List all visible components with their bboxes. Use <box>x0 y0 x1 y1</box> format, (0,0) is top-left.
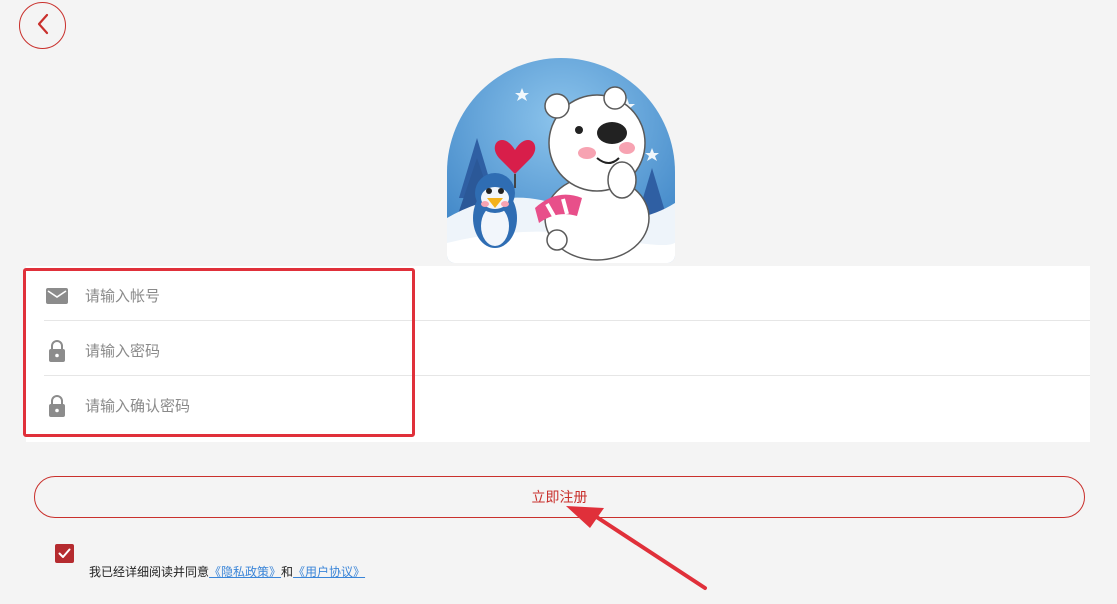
check-icon <box>58 544 71 563</box>
agreement-and: 和 <box>281 565 294 579</box>
back-button[interactable] <box>19 2 66 49</box>
register-form <box>26 266 1090 442</box>
agreement-text: 我已经详细阅读并同意《隐私政策》和《用户协议》 <box>89 563 365 580</box>
confirm-password-row <box>44 378 1090 433</box>
register-page: 立即注册 我已经详细阅读并同意《隐私政策》和《用户协议》 <box>0 0 1117 604</box>
chevron-left-icon <box>36 13 50 39</box>
register-button[interactable]: 立即注册 <box>34 476 1085 518</box>
avatar-image <box>447 58 675 263</box>
divider <box>44 375 1090 376</box>
divider <box>44 320 1090 321</box>
agreement-prefix: 我已经详细阅读并同意 <box>89 565 210 579</box>
lock-icon <box>44 394 70 417</box>
account-input[interactable] <box>85 286 685 305</box>
agreement-checkbox[interactable] <box>55 544 74 563</box>
lock-icon <box>44 339 70 362</box>
privacy-policy-link[interactable]: 《隐私政策》 <box>209 565 281 579</box>
mail-icon <box>44 285 70 307</box>
user-agreement-link[interactable]: 《用户协议》 <box>293 565 365 579</box>
password-row <box>44 323 1090 378</box>
confirm-password-input[interactable] <box>85 396 685 415</box>
password-input[interactable] <box>85 341 685 360</box>
account-row <box>44 268 1090 323</box>
